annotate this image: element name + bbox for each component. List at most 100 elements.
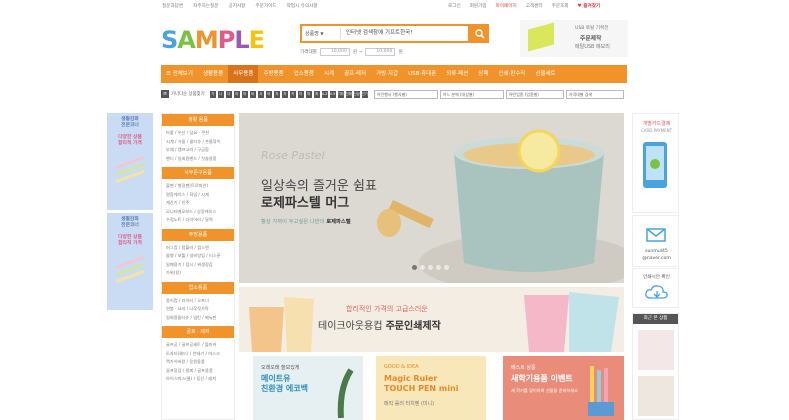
alpha-letter[interactable]: 0-9 <box>329 90 336 98</box>
email-info[interactable]: sunmul45 @naver.com <box>632 215 679 267</box>
alpha-letter[interactable]: 카 <box>289 90 296 98</box>
card-magic-ruler[interactable]: GOOD & IDEA Magic Ruler TOUCH PEN mini 매… <box>376 356 486 420</box>
pager-dot[interactable] <box>444 265 449 270</box>
category-link[interactable]: 골프공 / 골프공세트 / 볼마커 <box>166 341 230 350</box>
alpha-letter[interactable]: 라 <box>233 90 240 98</box>
nav-item-clock[interactable]: 시계 <box>319 65 339 83</box>
nav-item-living[interactable]: 생활용품 <box>198 65 228 83</box>
alpha-letter[interactable]: 전체 <box>345 90 352 98</box>
category-link[interactable]: 수첩노트 / 다이어리 / 달력 <box>166 216 230 225</box>
nav-item-plaque[interactable]: 상패 <box>473 65 493 83</box>
nav-item-fashion[interactable]: 의류·패션 <box>441 65 473 83</box>
link-caution[interactable]: 작업시 유의사항 <box>287 3 318 9</box>
nav-item-kitchen[interactable]: 주방용품 <box>258 65 288 83</box>
side-ad-left-1[interactable]: 생활감화 전문코너 다양한 상품 합리적 가격 <box>107 113 153 210</box>
hero-banner[interactable]: Rose Pastel 일상속의 즐거운 쉼표 로제파스텔 머그 항상 가까이 … <box>239 113 624 283</box>
category-link[interactable]: 밀폐용기 / 접시 / 위생장갑 <box>166 261 230 270</box>
link-faq[interactable]: 자주하는질문 <box>193 3 218 9</box>
search-input[interactable]: 인터넷 검색창에 기프트한국! <box>346 28 412 39</box>
alpha-letter[interactable]: 사 <box>257 90 264 98</box>
card-payment-ad[interactable]: 개별카드결제 CARD PAYMENT <box>632 113 679 213</box>
category-link[interactable]: 일회용물티슈 / 냅킨 / 메뉴판 <box>166 314 230 323</box>
alpha-letter[interactable]: 다 <box>225 90 232 98</box>
alpha-letter[interactable]: 기타 <box>337 90 344 98</box>
alpha-letter[interactable]: 인기 <box>361 90 368 98</box>
alpha-letter[interactable]: 하 <box>313 90 320 98</box>
nav-item-golf[interactable]: 골프·레저 <box>339 65 371 83</box>
nav-all[interactable]: ☰ 전체보기 <box>161 65 198 83</box>
alpha-letter[interactable]: 차 <box>281 90 288 98</box>
category-link[interactable]: 핸디 / 일회용밴드 / 칫솔용품 <box>166 155 230 164</box>
alpha-letter[interactable]: 마 <box>241 90 248 98</box>
category-head[interactable]: 사무문구용품 <box>162 167 234 179</box>
category-link[interactable]: 머그컵 / 텀블러 / 컵스텐 <box>166 244 230 253</box>
event-select[interactable]: 어린행사 (행사별) <box>373 89 438 99</box>
link-join[interactable]: 회원가입 <box>470 3 487 9</box>
category-link[interactable]: 볼펜 / 형광펜(트로피안) <box>166 182 230 191</box>
category-link[interactable]: 맥가이버칼 / 응원용품 <box>166 358 230 367</box>
category-link[interactable]: 아이스박스(쿨) / 등산 / 레져 <box>166 375 230 384</box>
category-link[interactable]: 타올 / 우산 / 담요 · 쿠션 <box>166 129 230 138</box>
category-head[interactable]: 주방용품 <box>162 228 234 241</box>
link-notice[interactable]: 공지사항 <box>229 3 246 9</box>
alpha-letter[interactable]: A-Z <box>321 90 328 98</box>
category-link[interactable]: 모니터메모보드 / 상장케이스 <box>166 208 230 217</box>
alpha-letter[interactable]: 신상 <box>353 90 360 98</box>
alpha-letter[interactable]: 파 <box>305 90 312 98</box>
search-button[interactable] <box>470 24 489 43</box>
recent-product-thumb[interactable] <box>638 330 674 370</box>
target-select[interactable]: 어느 분께 (대상별) <box>439 89 504 99</box>
category-link[interactable]: 연봉 · 요지 / 나무젓가락 <box>166 305 230 314</box>
nav-item-usb[interactable]: USB·휴대폰 <box>403 65 441 83</box>
card-eco-bag[interactable]: 오래오래 쓸모있게 메이트유 친환경 에코백 <box>253 356 363 420</box>
side-ad-left-2[interactable]: 생활감화 전문코너 다양한 상품 합리적 가격 <box>107 213 153 310</box>
logo[interactable]: SAMPLE <box>161 26 265 54</box>
nav-item-gift[interactable]: 선물세트 <box>530 65 560 83</box>
usb-banner[interactable]: USB 토탈 기획전 주문제작 메탈USB 메모리 <box>520 20 628 57</box>
nav-item-bag[interactable]: 가방·지갑 <box>371 65 403 83</box>
alpha-letter[interactable]: 아 <box>265 90 272 98</box>
link-qna[interactable]: 질문과답변 <box>162 3 183 9</box>
category-head[interactable]: 생활 용품 <box>162 114 234 126</box>
top-bar: 질문과답변 자주하는질문 공지사항 주문가이드 작업시 유의사항 로그인 회원가… <box>0 0 789 13</box>
category-link[interactable]: 시계 / 거울 / 물티슈 / 손톱깎이 <box>166 138 230 147</box>
category-link[interactable]: 종이컵 / 라이터 / 오프너 <box>166 297 230 306</box>
pager-dot[interactable] <box>428 265 433 270</box>
print-preview-check[interactable]: 인쇄시안 확인 <box>632 268 679 308</box>
nav-item-business[interactable]: 업소용품 <box>289 65 319 83</box>
category-link[interactable]: 명함케이스 / 화일 / 시계 <box>166 191 230 200</box>
search-category-select[interactable]: 상품명 ▼ <box>305 28 341 39</box>
card-new-semester[interactable]: 베스트 상품 새학기용품 이벤트 새 학기를 맞이하여 선물을 준비하세요 <box>503 356 624 420</box>
category-link[interactable]: 계산기 / 인주 <box>166 199 230 208</box>
alpha-letter[interactable]: 바 <box>249 90 256 98</box>
category-link[interactable]: 부채 / 캠프고리 / 구급함 <box>166 146 230 155</box>
pager-dot[interactable] <box>436 265 441 270</box>
category-link[interactable]: 물병 / 보틀 / 냉비방립 / 티스푼 <box>166 252 230 261</box>
price-from-input[interactable]: 10,000 <box>319 48 350 56</box>
search-category-label: 상품명 <box>305 31 319 37</box>
pager-dot[interactable] <box>412 265 417 270</box>
favorites-link[interactable]: ♥ 즐겨찾기 <box>578 3 601 9</box>
alpha-letter[interactable]: 자 <box>273 90 280 98</box>
alpha-letter[interactable]: 가 <box>209 90 216 98</box>
link-login[interactable]: 로그인 <box>448 3 461 9</box>
business-select[interactable]: 어떤업종 (업종별) <box>505 89 564 99</box>
link-mypage[interactable]: 마이페이지 <box>496 3 517 9</box>
link-order-check[interactable]: 주문조회 <box>552 3 569 9</box>
category-link[interactable]: 토자티(헤드) / 안테기 / 마스크 <box>166 350 230 359</box>
link-order-guide[interactable]: 주문가이드 <box>255 3 276 9</box>
category-head[interactable]: 업소용품 <box>162 281 234 294</box>
nav-item-print[interactable]: 인쇄·판수작 <box>493 65 530 83</box>
category-head[interactable]: 골프 · 레저 <box>162 326 234 338</box>
link-support[interactable]: 고객센터 <box>526 3 543 9</box>
price-select[interactable]: 가격대별 검색 <box>565 89 624 99</box>
pager-dot[interactable] <box>420 265 425 270</box>
nav-item-office[interactable]: 사무용품 <box>228 65 259 83</box>
category-link[interactable]: 골프장갑 / 팔찌 / 골프용품 <box>166 367 230 376</box>
alpha-letter[interactable]: 나 <box>217 90 224 98</box>
cup-promo-banner[interactable]: 합리적인 가격의 고급스러운 테이크아웃용컵 주문인쇄제작 <box>239 287 624 352</box>
alpha-letter[interactable]: 타 <box>297 90 304 98</box>
recent-product-thumb[interactable] <box>638 376 674 416</box>
category-link[interactable]: 가위(칼) <box>166 269 230 278</box>
price-to-input[interactable]: 10,000 <box>365 48 396 56</box>
